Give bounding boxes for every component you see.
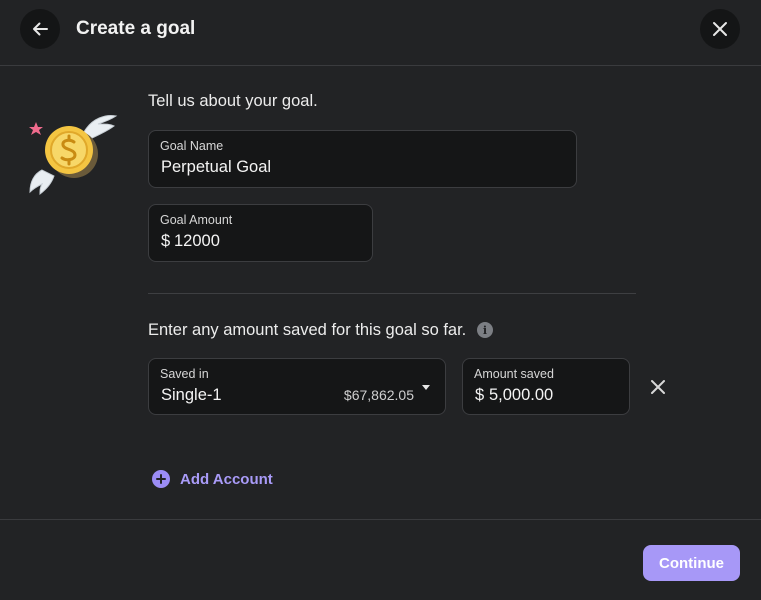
amount-saved-input[interactable]: 5,000.00 xyxy=(489,386,622,405)
page-title: Create a goal xyxy=(76,18,196,39)
goal-prompt: Tell us about your goal. xyxy=(148,92,318,110)
close-icon xyxy=(713,22,727,36)
goal-name-label: Goal Name xyxy=(160,139,224,153)
goal-name-input[interactable]: Perpetual Goal xyxy=(161,158,503,177)
plus-circle-icon xyxy=(152,470,170,488)
divider xyxy=(148,293,636,294)
close-button[interactable] xyxy=(700,9,740,49)
saved-in-select[interactable]: Saved in Single-1 $67,862.05 xyxy=(148,358,446,415)
goal-amount-label: Goal Amount xyxy=(160,213,233,227)
goal-amount-input[interactable]: 12000 xyxy=(174,232,352,251)
chevron-down-icon xyxy=(422,385,430,390)
account-balance: $67,862.05 xyxy=(343,387,414,403)
continue-button[interactable]: Continue xyxy=(643,545,740,581)
back-button[interactable] xyxy=(20,9,60,49)
info-icon[interactable]: i xyxy=(477,322,493,338)
add-account-label: Add Account xyxy=(180,470,273,488)
saved-prompt: Enter any amount saved for this goal so … xyxy=(148,321,467,339)
close-icon xyxy=(651,380,665,394)
header: Create a goal xyxy=(0,0,761,66)
remove-account-button[interactable] xyxy=(648,377,668,397)
winged-coin-icon xyxy=(29,115,118,196)
saved-in-label: Saved in xyxy=(160,367,209,381)
currency-prefix: $ xyxy=(161,232,171,250)
arrow-left-icon xyxy=(33,22,48,36)
amount-saved-label: Amount saved xyxy=(474,367,554,381)
add-account-button[interactable]: Add Account xyxy=(152,470,273,488)
goal-amount-field[interactable]: Goal Amount $ 12000 xyxy=(148,204,373,262)
currency-prefix: $ xyxy=(475,386,485,404)
amount-saved-field[interactable]: Amount saved $ 5,000.00 xyxy=(462,358,630,415)
goal-name-field[interactable]: Goal Name Perpetual Goal xyxy=(148,130,577,188)
footer: Continue xyxy=(0,519,761,600)
